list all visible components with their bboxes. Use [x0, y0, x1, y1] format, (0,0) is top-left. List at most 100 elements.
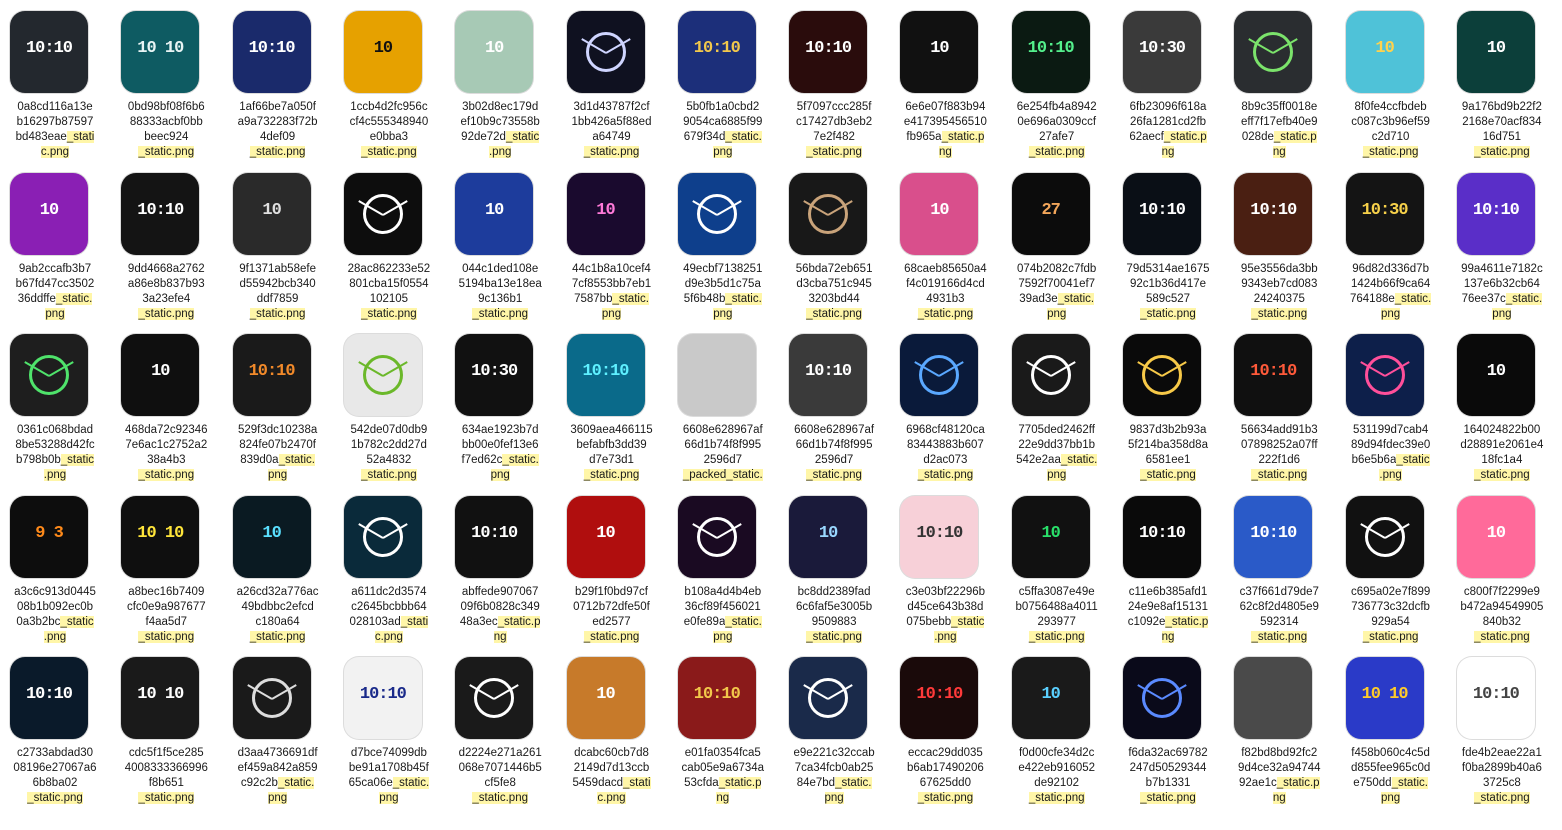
watch-face-thumbnail[interactable]: 10	[232, 172, 311, 255]
file-item[interactable]: 10:10 c37f661d79de7 62c8f2d4805e9 592314 _st…	[1224, 491, 1334, 652]
watch-face-thumbnail[interactable]: 10:10	[789, 334, 868, 417]
file-item[interactable]: 10:10 c2733abdad30 08196e27067a6 6b8ba02 _st…	[0, 652, 110, 813]
watch-face-thumbnail[interactable]: 10	[566, 495, 645, 578]
watch-face-thumbnail[interactable]	[455, 657, 534, 740]
file-item[interactable]: 10:10 3609aea466115 befabfb3dd39 d7e73d1 _st…	[557, 329, 667, 490]
watch-face-thumbnail[interactable]: 10	[1456, 334, 1535, 417]
watch-face-thumbnail[interactable]: 10 10	[121, 495, 200, 578]
watch-face-thumbnail[interactable]: 10	[900, 11, 979, 93]
file-item[interactable]: 7705ded2462ff 22e9dd37bb1b 542e2aa_static.…	[1002, 329, 1112, 490]
file-item[interactable]: 0361c068bdad 8be53288d42fc b798b0b_static.…	[0, 329, 110, 490]
file-item[interactable]: 10 c5ffa3087e49e b0756488a4011 293977 _stati…	[1002, 491, 1112, 652]
watch-face-thumbnail[interactable]	[10, 334, 88, 417]
watch-face-thumbnail[interactable]: 27	[1011, 172, 1090, 255]
file-item[interactable]: 10 044c1ded108e 5194ba13e18ea 9c136b1 _stati…	[445, 168, 555, 329]
watch-face-thumbnail[interactable]: 10:10	[1011, 11, 1090, 93]
watch-face-thumbnail[interactable]: 10:10	[677, 657, 756, 740]
file-item[interactable]: 10:10 fde4b2eae22a1 f0ba2899b40a6 3725c8 _st…	[1447, 652, 1557, 813]
watch-face-thumbnail[interactable]: 10	[10, 172, 88, 255]
file-item[interactable]: 10:10 95e3556da3bb 9343eb7cd083 24240375 _st…	[1224, 168, 1334, 329]
file-item[interactable]: c695a02e7f899 736773c32dcfb 929a54 _static.…	[1336, 491, 1446, 652]
watch-face-thumbnail[interactable]: 10:10	[1234, 172, 1313, 255]
watch-face-thumbnail[interactable]: 10:10	[1234, 495, 1313, 578]
watch-face-thumbnail[interactable]	[1123, 334, 1201, 417]
watch-face-thumbnail[interactable]: 10:10	[1456, 172, 1535, 255]
watch-face-thumbnail[interactable]: 10 10	[121, 657, 200, 740]
file-item[interactable]: 49ecbf7138251 d9e3b5d1c75a 5f6b48b_static.…	[668, 168, 778, 329]
file-item[interactable]: e9e221c32ccab 7ca34fcb0ab25 84e7bd_static.…	[779, 652, 889, 813]
file-item[interactable]: 10 164024822b00 d28891e2061e4 18fc1a4 _stati…	[1447, 329, 1557, 490]
watch-face-thumbnail[interactable]: 10:10	[1234, 334, 1313, 417]
watch-face-thumbnail[interactable]	[677, 495, 756, 578]
file-item[interactable]: a611dc2d3574 c2645bcbbb64 028103ad_stati c.…	[334, 491, 444, 652]
file-item[interactable]: 531199d7cab4 89d94fdec39e0 b6e5b6a_static.…	[1336, 329, 1446, 490]
file-item[interactable]: 10:10 5f7097ccc285f c17427db3eb2 7e2f482 _st…	[779, 6, 889, 167]
file-item[interactable]: 10 bc8dd2389fad 6c6faf5e3005b 9509883 _stati…	[779, 491, 889, 652]
watch-face-thumbnail[interactable]: 10:10	[1123, 495, 1201, 578]
file-item[interactable]: 28ac862233e52 801cba15f0554 102105 _static.…	[334, 168, 444, 329]
watch-face-thumbnail[interactable]	[1345, 334, 1424, 417]
file-item[interactable]: 10:10 abffede907067 09f6b0828c349 48a3ec_st…	[445, 491, 555, 652]
file-item[interactable]: 3d1d43787f2cf 1bb426a5f88ed a64749 _static.…	[557, 6, 667, 167]
watch-face-thumbnail[interactable]	[232, 657, 311, 740]
watch-face-thumbnail[interactable]: 10	[1345, 11, 1424, 93]
watch-face-thumbnail[interactable]	[677, 172, 756, 255]
file-item[interactable]: 10:10 c11e6b385afd1 24e9e8af15131 c1092e_st…	[1113, 491, 1223, 652]
watch-face-thumbnail[interactable]	[677, 334, 756, 417]
file-item[interactable]: 10:10 79d5314ae1675 92c1b36d417e 589c527 _st…	[1113, 168, 1223, 329]
watch-face-thumbnail[interactable]: 10	[455, 11, 534, 93]
file-item[interactable]: 10:30 96d82d336d7b 1424b66f9ca64 764188e_st…	[1336, 168, 1446, 329]
watch-face-thumbnail[interactable]	[343, 495, 422, 578]
file-item[interactable]: 10:10 9dd4668a2762 a86e8b837b93 3a23efe4 _st…	[111, 168, 221, 329]
file-item[interactable]: 542de07d0db9 1b782c2dd27d 52a4832 _static.p…	[334, 329, 444, 490]
file-item[interactable]: 10:10 6608e628967af 66d1b74f8f995 2596d7 _st…	[779, 329, 889, 490]
watch-face-thumbnail[interactable]: 10:10	[455, 495, 534, 578]
file-item[interactable]: 10 468da72c92346 7e6ac1c2752a2 38a4b3 _stati…	[111, 329, 221, 490]
file-item[interactable]: 10:10 56634add91b3 07898252a07ff 222f1d6 _st…	[1224, 329, 1334, 490]
watch-face-thumbnail[interactable]: 10	[1456, 495, 1535, 578]
watch-face-thumbnail[interactable]: 10:10	[900, 657, 979, 740]
file-item[interactable]: 10 10 f458b060c4c5d d855fee965c0d e750dd_st…	[1336, 652, 1446, 813]
file-item[interactable]: 10:10 529f3dc10238a 824fe07b2470f 839d0a_st…	[223, 329, 333, 490]
file-item[interactable]: 10 9f1371ab58efe d55942bcb340 ddf7859 _stati…	[223, 168, 333, 329]
watch-face-thumbnail[interactable]	[1234, 657, 1313, 740]
file-item[interactable]: f82bd8bd92fc2 9d4ce32a94744 92ae1c_static.…	[1224, 652, 1334, 813]
file-item[interactable]: 10:10 eccac29dd035 b6ab17490206 67625dd0 _st…	[890, 652, 1000, 813]
file-item[interactable]: 6608e628967af 66d1b74f8f995 2596d7 _packed_…	[668, 329, 778, 490]
file-item[interactable]: 10 b29f1f0bd97cf 0712b72dfe50f ed2577 _stati…	[557, 491, 667, 652]
watch-face-thumbnail[interactable]: 10:30	[1123, 11, 1201, 93]
file-item[interactable]: 10 dcabc60cb7d8 2149d7d13ccb 5459dacd_stati…	[557, 652, 667, 813]
file-item[interactable]: 10:10 d7bce74099db be91a1708b45f 65ca06e_st…	[334, 652, 444, 813]
watch-face-thumbnail[interactable]	[1234, 11, 1313, 93]
watch-face-thumbnail[interactable]	[1011, 334, 1090, 417]
watch-face-thumbnail[interactable]: 10	[566, 172, 645, 255]
file-item[interactable]: 10:10 99a4611e7182c 137e6b32cb64 76ee37c_st…	[1447, 168, 1557, 329]
watch-face-thumbnail[interactable]: 10	[121, 334, 200, 417]
watch-face-thumbnail[interactable]: 10	[1456, 11, 1535, 93]
watch-face-thumbnail[interactable]: 10	[232, 495, 311, 578]
watch-face-thumbnail[interactable]: 10:10	[343, 657, 422, 740]
file-item[interactable]: 10:10 1af66be7a050f a9a732283f72b 4def09 _st…	[223, 6, 333, 167]
watch-face-thumbnail[interactable]: 10:30	[1345, 172, 1424, 255]
watch-face-thumbnail[interactable]	[343, 172, 422, 255]
file-item[interactable]: 10:10 6e254fb4a8942 0e696a0309ccf 27afe7 _st…	[1002, 6, 1112, 167]
file-item[interactable]: 10 6e6e07f883b94 e417395456510 fb965a_stati…	[890, 6, 1000, 167]
watch-face-thumbnail[interactable]	[789, 657, 868, 740]
file-item[interactable]: 10 3b02d8ec179d ef10b9c73558b 92de72d_stati…	[445, 6, 555, 167]
file-item[interactable]: 10:30 634ae1923b7d bb00e0fef13e6 f7ed62c_st…	[445, 329, 555, 490]
file-item[interactable]: 56bda72eb651 d3cba751c945 3203bd44 _static.…	[779, 168, 889, 329]
watch-face-thumbnail[interactable]	[1123, 657, 1201, 740]
file-item[interactable]: 10 10 cdc5f1f5ce285 4008333366996 f8b651 _st…	[111, 652, 221, 813]
watch-face-thumbnail[interactable]: 10 10	[1345, 657, 1424, 740]
watch-face-thumbnail[interactable]	[566, 11, 645, 93]
watch-face-thumbnail[interactable]: 10:10	[10, 11, 88, 93]
watch-face-thumbnail[interactable]: 10	[1011, 495, 1090, 578]
watch-face-thumbnail[interactable]: 10	[455, 172, 534, 255]
file-item[interactable]: 10 a26cd32a776ac 49bdbbc2efcd c180a64 _stati…	[223, 491, 333, 652]
watch-face-thumbnail[interactable]: 10:10	[232, 11, 311, 93]
file-item[interactable]: 10 10 0bd98bf08f6b6 88333acbf0bb beec924 _st…	[111, 6, 221, 167]
file-item[interactable]: 10 68caeb85650a4 f4c019166d4cd 4931b3 _stati…	[890, 168, 1000, 329]
file-item[interactable]: f6da32ac69782 247d50529344 b7b1331 _static.…	[1113, 652, 1223, 813]
watch-face-thumbnail[interactable]: 9 3	[10, 495, 88, 578]
watch-face-thumbnail[interactable]: 10:10	[900, 495, 979, 578]
